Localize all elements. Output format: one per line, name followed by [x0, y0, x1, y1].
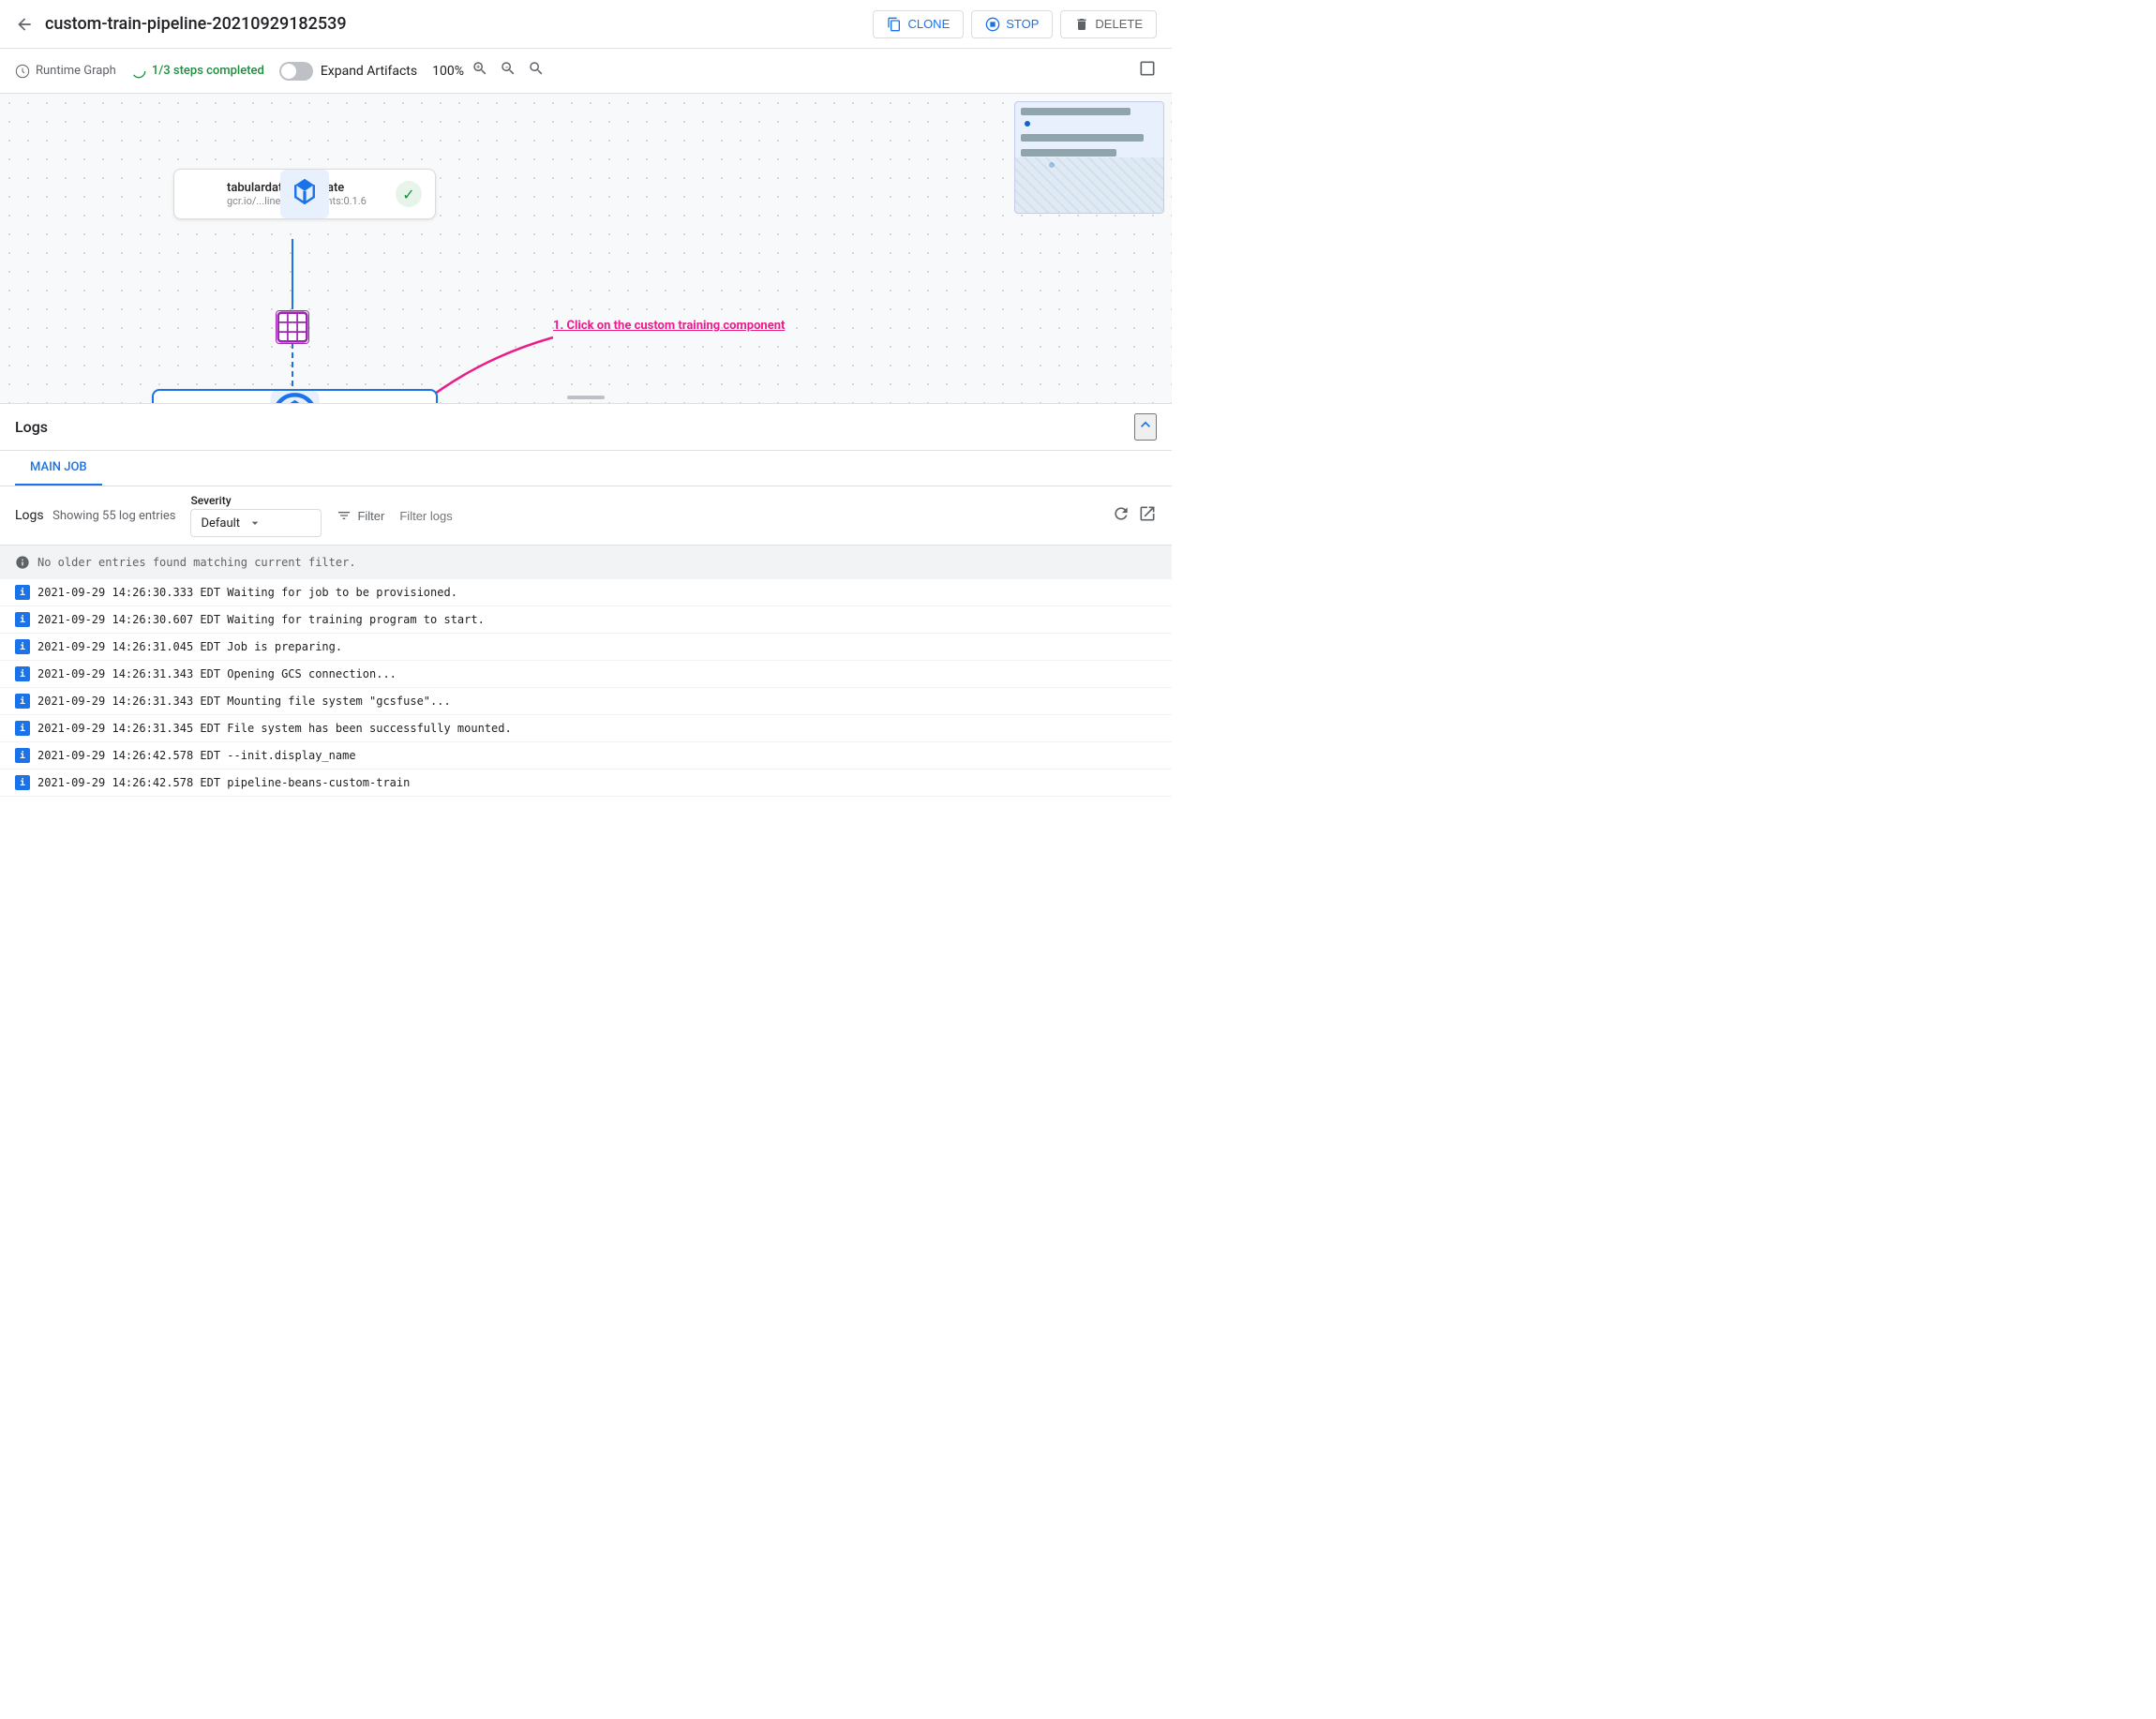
node-icon-tabular: [187, 179, 217, 209]
zoom-in-button[interactable]: [468, 56, 492, 85]
logs-count-label: Logs: [15, 508, 44, 523]
expand-artifacts-label: Expand Artifacts: [321, 64, 417, 79]
log-icon: i: [15, 612, 30, 627]
severity-wrapper: Severity Default: [190, 494, 322, 537]
node-customcontainer[interactable]: customcontainertrainingj... gcr.io/...li…: [152, 389, 438, 403]
drag-handle[interactable]: [567, 396, 605, 399]
logs-table: No older entries found matching current …: [0, 546, 1172, 797]
severity-select[interactable]: Default: [190, 509, 322, 537]
filter-button[interactable]: Filter: [337, 508, 384, 523]
log-icon: i: [15, 666, 30, 681]
log-entry: i 2021-09-29 14:26:31.343 EDT Opening GC…: [0, 661, 1172, 688]
zoom-fit-button[interactable]: [524, 56, 548, 85]
tab-main-job[interactable]: MAIN JOB: [15, 451, 102, 486]
log-icon: i: [15, 775, 30, 790]
log-icon: i: [15, 748, 30, 763]
node-status-tabular: ✓: [396, 181, 422, 207]
external-link-button[interactable]: [1138, 504, 1157, 528]
log-notice: No older entries found matching current …: [0, 546, 1172, 579]
logs-controls: Logs Showing 55 log entries Severity Def…: [0, 486, 1172, 546]
toolbar: Runtime Graph 1/3 steps completed Expand…: [0, 49, 1172, 94]
runtime-graph-label: Runtime Graph: [36, 64, 116, 78]
log-text: 2021-09-29 14:26:30.333 EDT Waiting for …: [37, 586, 457, 599]
expand-artifacts-toggle[interactable]: Expand Artifacts: [279, 62, 417, 81]
zoom-level: 100%: [432, 64, 464, 79]
expand-logs-button[interactable]: [1134, 413, 1157, 441]
log-icon: i: [15, 639, 30, 654]
header-actions: CLONE STOP DELETE: [873, 10, 1157, 38]
node-name-custom: customcontainertrainingj...: [206, 402, 387, 403]
logs-count-wrapper: Logs Showing 55 log entries: [15, 508, 175, 523]
toggle-switch[interactable]: [279, 62, 313, 81]
node-info-custom: customcontainertrainingj... gcr.io/...li…: [206, 402, 387, 403]
log-icon: i: [15, 585, 30, 600]
annotation-1: 1. Click on the custom training componen…: [553, 319, 785, 333]
log-entry: i 2021-09-29 14:26:30.333 EDT Waiting fo…: [0, 579, 1172, 606]
log-text: 2021-09-29 14:26:31.045 EDT Job is prepa…: [37, 640, 342, 653]
minimap: [1014, 101, 1164, 214]
steps-completed: 1/3 steps completed: [131, 64, 264, 79]
zoom-out-button[interactable]: [496, 56, 520, 85]
back-button[interactable]: [15, 15, 34, 34]
node-status-custom: [397, 402, 423, 403]
pipeline-canvas: tabulardataset-create gcr.io/...line-com…: [0, 94, 1172, 403]
log-icon: i: [15, 694, 30, 709]
log-entry: i 2021-09-29 14:26:42.578 EDT --init.dis…: [0, 742, 1172, 770]
pipeline-title: custom-train-pipeline-20210929182539: [45, 14, 873, 34]
zoom-controls: 100%: [432, 56, 548, 85]
node-info-tabular: tabulardataset-create gcr.io/...line-com…: [227, 181, 386, 207]
log-entry: i 2021-09-29 14:26:31.045 EDT Job is pre…: [0, 634, 1172, 661]
logs-action-buttons: [1112, 504, 1157, 528]
runtime-graph-item[interactable]: Runtime Graph: [15, 64, 116, 79]
log-text: 2021-09-29 14:26:42.578 EDT --init.displ…: [37, 749, 356, 762]
node-sub-tabular: gcr.io/...line-components:0.1.6: [227, 195, 386, 207]
node-icon-custom: [167, 400, 197, 403]
log-text: 2021-09-29 14:26:31.343 EDT Opening GCS …: [37, 667, 397, 680]
clone-button[interactable]: CLONE: [873, 10, 964, 38]
node-name-tabular: tabulardataset-create: [227, 181, 386, 195]
delete-button[interactable]: DELETE: [1060, 10, 1157, 38]
connector-node[interactable]: [276, 310, 309, 344]
filter-input[interactable]: [399, 509, 1097, 523]
log-entry: i 2021-09-29 14:26:31.343 EDT Mounting f…: [0, 688, 1172, 715]
log-entry: i 2021-09-29 14:26:31.345 EDT File syste…: [0, 715, 1172, 742]
refresh-logs-button[interactable]: [1112, 504, 1130, 528]
logs-section: Logs MAIN JOB Logs Showing 55 log entrie…: [0, 403, 1172, 885]
stop-button[interactable]: STOP: [971, 10, 1053, 38]
minimap-button[interactable]: [1138, 59, 1157, 82]
log-entries: i 2021-09-29 14:26:30.333 EDT Waiting fo…: [0, 579, 1172, 797]
node-tabulardataset[interactable]: tabulardataset-create gcr.io/...line-com…: [173, 169, 436, 219]
logs-count-text: Showing 55 log entries: [52, 509, 175, 523]
log-text: 2021-09-29 14:26:30.607 EDT Waiting for …: [37, 613, 485, 626]
logs-title: Logs: [15, 418, 48, 436]
log-text: 2021-09-29 14:26:31.343 EDT Mounting fil…: [37, 695, 451, 708]
header: custom-train-pipeline-20210929182539 CLO…: [0, 0, 1172, 49]
log-entry: i 2021-09-29 14:26:42.578 EDT pipeline-b…: [0, 770, 1172, 797]
log-icon: i: [15, 721, 30, 736]
severity-label: Severity: [190, 494, 322, 507]
logs-header: Logs: [0, 404, 1172, 451]
log-text: 2021-09-29 14:26:31.345 EDT File system …: [37, 722, 512, 735]
logs-tabs: MAIN JOB: [0, 451, 1172, 486]
log-text: 2021-09-29 14:26:42.578 EDT pipeline-bea…: [37, 776, 410, 789]
log-entry: i 2021-09-29 14:26:30.607 EDT Waiting fo…: [0, 606, 1172, 634]
